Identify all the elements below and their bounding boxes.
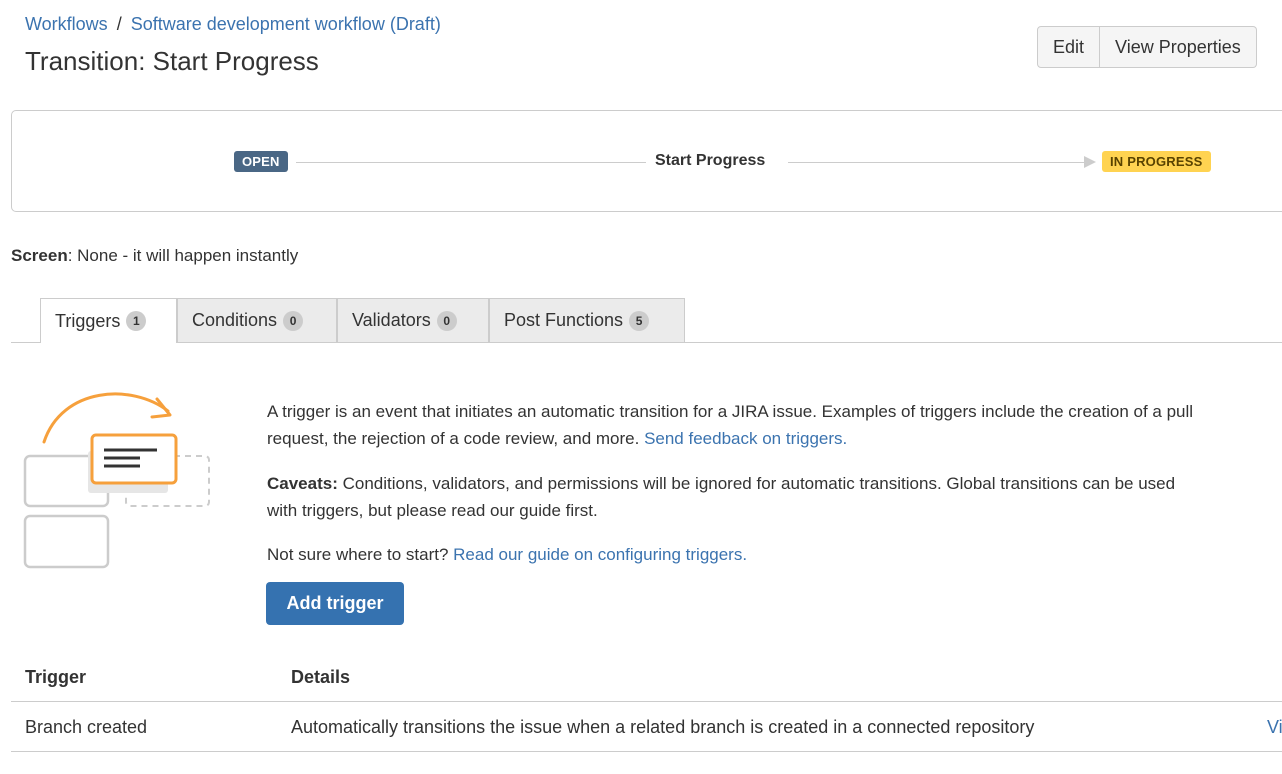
column-header-details: Details: [291, 667, 351, 687]
breadcrumb: Workflows / Software development workflow …: [25, 12, 441, 36]
send-feedback-link[interactable]: Send feedback on triggers.: [644, 429, 847, 448]
status-lozenge-open: OPEN: [234, 151, 288, 172]
add-trigger-button[interactable]: Add trigger: [266, 582, 404, 625]
transition-line-right: [788, 162, 1084, 163]
caveats-text: Conditions, validators, and permissions …: [337, 474, 1176, 493]
tab-count-badge: 5: [629, 310, 650, 331]
transition-tabs: Triggers 1 Conditions 0 Validators 0 Pos…: [11, 298, 1282, 343]
page-title: Transition: Start Progress: [25, 46, 319, 76]
trigger-description-text: request, the rejection of a code review,…: [267, 429, 640, 448]
caveats-label: Caveats:: [267, 474, 338, 493]
trigger-description-line1: A trigger is an event that initiates an …: [267, 402, 1194, 421]
tab-conditions[interactable]: Conditions 0: [177, 298, 337, 342]
tab-label: Post Functions: [504, 310, 624, 330]
tab-triggers[interactable]: Triggers 1: [40, 298, 177, 343]
tab-label: Conditions: [192, 310, 278, 330]
header-actions: Edit View Properties: [1037, 26, 1257, 68]
getting-started-label: Not sure where to start?: [267, 545, 449, 564]
screen-label: Screen: [11, 246, 68, 265]
column-header-trigger: Trigger: [25, 667, 87, 687]
breadcrumb-separator: /: [116, 14, 122, 34]
configuring-triggers-guide-link[interactable]: Read our guide on configuring triggers.: [453, 545, 747, 564]
screen-value: : None - it will happen instantly: [67, 246, 299, 265]
breadcrumb-workflow-link[interactable]: Software development workflow (Draft): [131, 14, 441, 34]
tab-count-badge: 0: [436, 310, 457, 331]
tab-validators[interactable]: Validators 0: [337, 298, 489, 342]
table-divider: [11, 701, 1282, 702]
breadcrumb-workflows-link[interactable]: Workflows: [25, 14, 108, 34]
screen-info: Screen: None - it will happen instantly: [11, 245, 298, 267]
tab-post-functions[interactable]: Post Functions 5: [489, 298, 685, 342]
tab-label: Triggers: [55, 310, 121, 331]
tab-count-badge: 0: [283, 310, 304, 331]
trigger-illustration-icon: [23, 392, 210, 569]
transition-diagram: OPEN Start Progress IN PROGRESS: [11, 110, 1282, 212]
caveats-line2: with triggers, but please read our guide…: [267, 501, 598, 520]
tab-label: Validators: [352, 310, 431, 330]
transition-name: Start Progress: [655, 152, 766, 169]
trigger-details-cell: Automatically transitions the issue when…: [291, 717, 1035, 737]
view-trigger-link[interactable]: View: [1267, 717, 1282, 738]
view-properties-button[interactable]: View Properties: [1100, 26, 1257, 68]
caveats-line1: Caveats: Conditions, validators, and per…: [267, 470, 1175, 497]
trigger-name-cell: Branch created: [25, 717, 148, 737]
trigger-description-line2: request, the rejection of a code review,…: [267, 425, 847, 452]
transition-line-left: [296, 162, 646, 163]
arrow-head-icon: [1084, 156, 1096, 168]
table-divider: [11, 751, 1282, 752]
status-lozenge-in-progress: IN PROGRESS: [1102, 151, 1211, 172]
getting-started-text: Not sure where to start? Read our guide …: [267, 541, 747, 568]
edit-button[interactable]: Edit: [1037, 26, 1101, 68]
tab-count-badge: 1: [126, 311, 147, 331]
